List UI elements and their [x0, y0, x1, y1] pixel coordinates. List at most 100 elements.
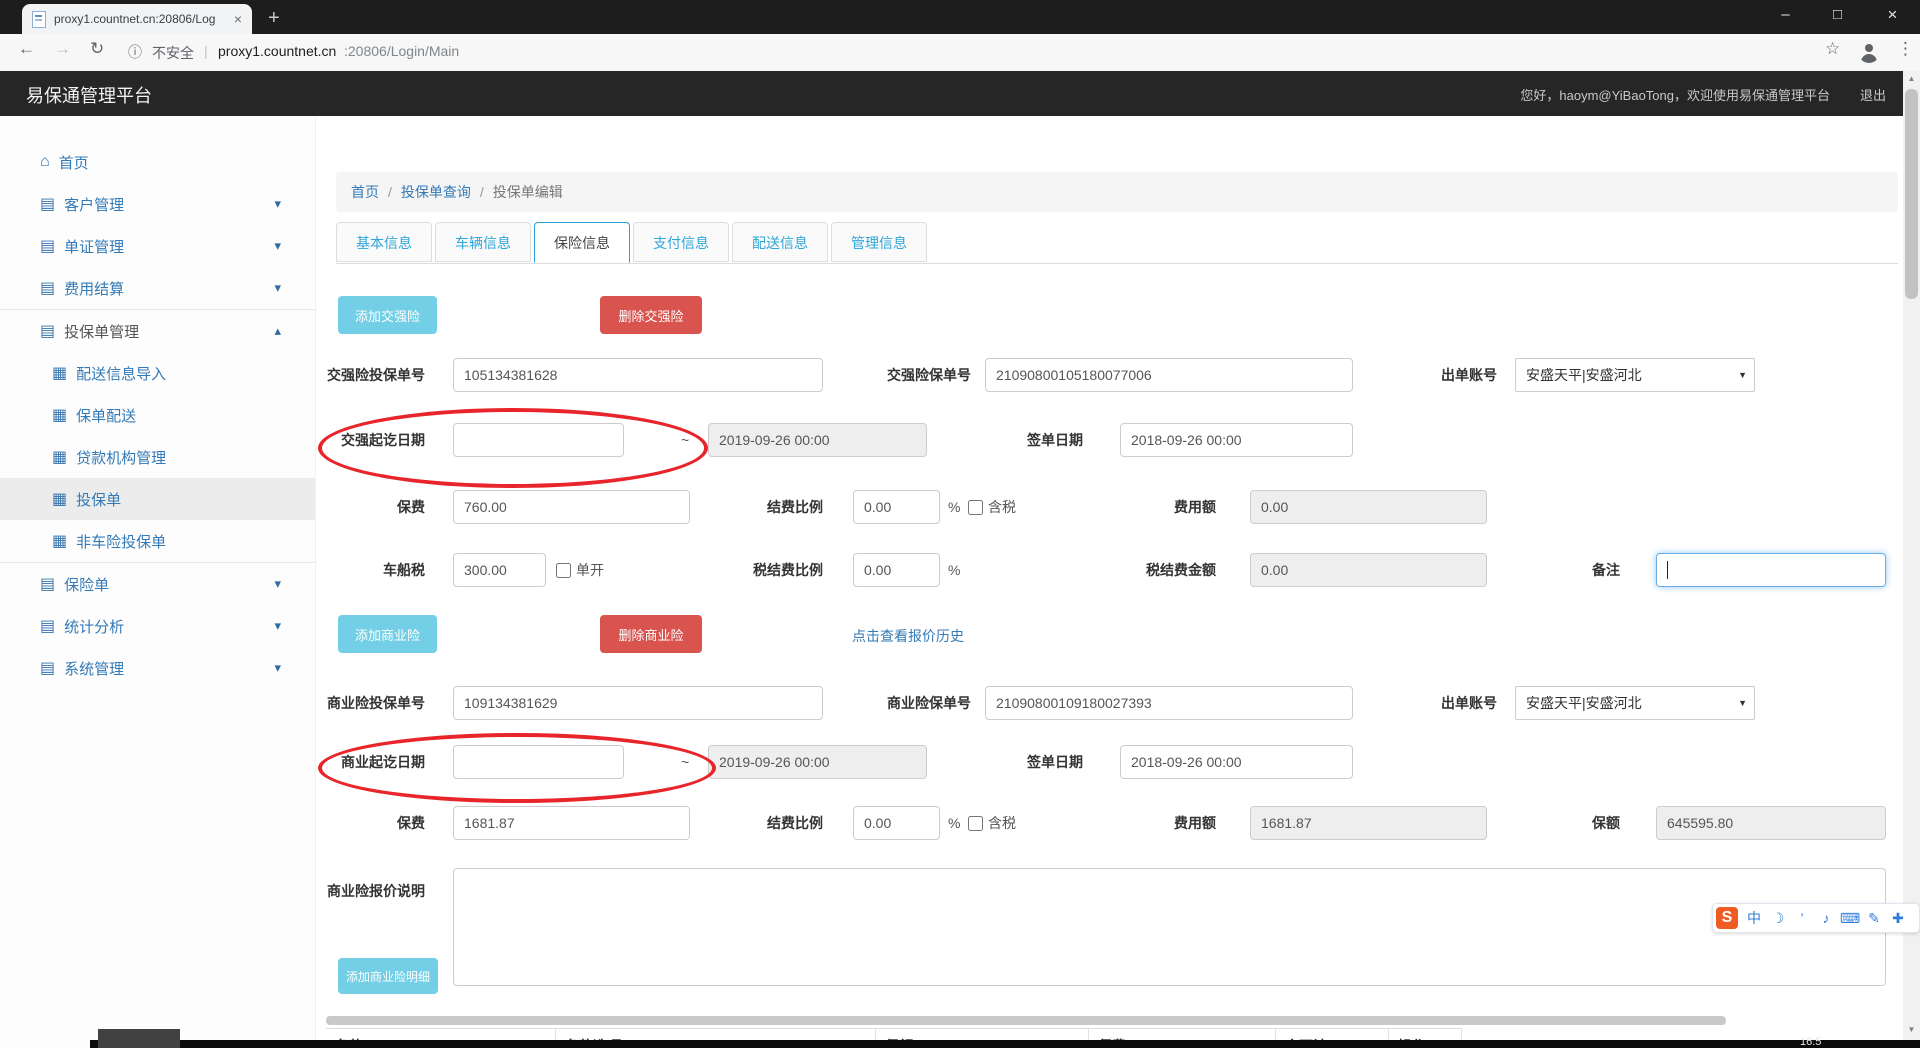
commercial-app-no-label: 商业险投保单号	[327, 695, 425, 711]
punctuation-icon[interactable]: ’	[1790, 910, 1814, 926]
breadcrumb-current: 投保单编辑	[492, 184, 563, 200]
scrollbar-thumb[interactable]	[1905, 89, 1918, 299]
window-minimize-button[interactable]: –	[1763, 0, 1808, 32]
tab-delivery-info[interactable]: 配送信息	[732, 222, 828, 262]
compulsory-tax-included-checkbox[interactable]	[968, 500, 983, 515]
date-tilde: ~	[681, 754, 690, 770]
tab-vehicle-info[interactable]: 车辆信息	[435, 222, 531, 262]
compulsory-sign-date-input[interactable]	[1120, 423, 1353, 457]
scroll-down-icon[interactable]: ▼	[1903, 1022, 1920, 1038]
breadcrumb-query-link[interactable]: 投保单查询	[401, 182, 471, 202]
list-icon: ▤	[40, 323, 56, 340]
compulsory-tax-ratio-input[interactable]	[853, 553, 940, 587]
chevron-down-icon: ▾	[274, 660, 281, 675]
taskbar-app-block	[98, 1029, 180, 1048]
tab-insurance-info[interactable]: 保险信息	[534, 222, 630, 263]
commercial-policy-no-input[interactable]	[985, 686, 1353, 720]
commercial-policy-no-label: 商业险保单号	[887, 695, 971, 711]
chinese-mode-icon[interactable]: 中	[1742, 908, 1766, 928]
quote-history-link[interactable]: 点击查看报价历史	[852, 626, 964, 646]
chevron-down-icon: ▾	[274, 238, 281, 253]
bookmark-star-icon[interactable]: ☆	[1825, 39, 1840, 59]
commercial-app-no-input[interactable]	[453, 686, 823, 720]
home-icon: ⌂	[40, 153, 50, 170]
compulsory-vehicle-tax-input[interactable]	[453, 553, 546, 587]
compulsory-premium-input[interactable]	[453, 490, 690, 524]
browser-tab-strip: proxy1.countnet.cn:20806/Log × + – □ ×	[0, 0, 1920, 34]
half-full-width-icon[interactable]: ☽	[1766, 910, 1790, 927]
sidebar-item-non-auto-application[interactable]: ▦ 非车险投保单	[0, 520, 315, 563]
commercial-end-date-input	[708, 745, 927, 779]
taskbar-strip	[90, 1040, 1920, 1048]
compulsory-policy-no-input[interactable]	[985, 358, 1353, 392]
chevron-down-icon: ▾	[274, 576, 281, 591]
compulsory-account-select[interactable]: 安盛天平|安盛河北 ▼	[1515, 358, 1755, 392]
commercial-quote-note-textarea[interactable]	[453, 868, 1886, 986]
list-icon: ▤	[40, 660, 56, 677]
commercial-premium-input[interactable]	[453, 806, 690, 840]
reload-icon[interactable]: ↻	[90, 39, 104, 59]
soft-keyboard-icon[interactable]: ⌨	[1838, 910, 1862, 927]
sidebar-item-document-mgmt[interactable]: ▤ 单证管理 ▾	[0, 225, 315, 267]
commercial-amount-label: 保额	[1592, 815, 1620, 831]
toolbox-icon[interactable]: ✚	[1886, 910, 1910, 927]
sidebar-item-policy-delivery[interactable]: ▦ 保单配送	[0, 394, 315, 436]
sidebar-item-customer-mgmt[interactable]: ▤ 客户管理 ▾	[0, 183, 315, 225]
voice-input-icon[interactable]: ♪	[1814, 910, 1838, 926]
handwriting-icon[interactable]: ✎	[1862, 910, 1886, 927]
delete-commercial-button[interactable]: 删除商业险	[600, 615, 702, 653]
new-tab-button[interactable]: +	[268, 6, 280, 30]
browser-menu-icon[interactable]: ⋮	[1897, 39, 1914, 59]
page-info-icon[interactable]: ⓘ	[128, 42, 142, 62]
add-commercial-button[interactable]: 添加商业险	[338, 615, 437, 653]
window-close-button[interactable]: ×	[1870, 0, 1915, 32]
scroll-up-icon[interactable]: ▲	[1903, 71, 1920, 87]
compulsory-remark-input[interactable]	[1656, 553, 1886, 587]
sidebar-item-application-mgmt[interactable]: ▤ 投保单管理 ▴	[0, 309, 315, 352]
add-compulsory-button[interactable]: 添加交强险	[338, 296, 437, 334]
sidebar-item-application[interactable]: ▦ 投保单	[0, 478, 315, 520]
sidebar-item-policy[interactable]: ▤ 保险单 ▾	[0, 563, 315, 605]
horizontal-scrollbar[interactable]	[326, 1016, 1726, 1025]
sidebar-item-system-mgmt[interactable]: ▤ 系统管理 ▾	[0, 647, 315, 689]
tab-payment-info[interactable]: 支付信息	[633, 222, 729, 262]
forward-icon[interactable]: →	[54, 39, 71, 59]
compulsory-ratio-input[interactable]	[853, 490, 940, 524]
commercial-sign-date-label: 签单日期	[1027, 754, 1083, 770]
sidebar-item-loan-agency-mgmt[interactable]: ▦ 贷款机构管理	[0, 436, 315, 478]
compulsory-separate-checkbox[interactable]	[556, 563, 571, 578]
compulsory-app-no-input[interactable]	[453, 358, 823, 392]
vertical-scrollbar[interactable]: ▲ ▼	[1903, 71, 1920, 1048]
ime-toolbar: S 中 ☽ ’ ♪ ⌨ ✎ ✚	[1712, 903, 1920, 933]
app-header: 易保通管理平台 您好，haoym@YiBaoTong，欢迎使用易保通管理平台 退…	[0, 71, 1920, 116]
browser-profile-icon[interactable]	[1858, 41, 1880, 63]
breadcrumb-home-link[interactable]: 首页	[351, 182, 379, 202]
add-commercial-detail-button[interactable]: 添加商业险明细	[338, 958, 438, 994]
taskbar-clock: 16:5	[1800, 1036, 1822, 1048]
commercial-fee-input	[1250, 806, 1487, 840]
commercial-account-select[interactable]: 安盛天平|安盛河北 ▼	[1515, 686, 1755, 720]
compulsory-start-date-input[interactable]	[453, 423, 624, 457]
sidebar-item-fee-settlement[interactable]: ▤ 费用结算 ▾	[0, 267, 315, 309]
url-host[interactable]: proxy1.countnet.cn	[218, 43, 336, 59]
sogou-logo-icon[interactable]: S	[1716, 907, 1738, 929]
tab-basic-info[interactable]: 基本信息	[336, 222, 432, 262]
compulsory-separate-label: 单开	[576, 562, 604, 578]
tab-management-info[interactable]: 管理信息	[831, 222, 927, 262]
commercial-ratio-input[interactable]	[853, 806, 940, 840]
commercial-sign-date-input[interactable]	[1120, 745, 1353, 779]
form-tabs: 基本信息 车辆信息 保险信息 支付信息 配送信息 管理信息	[336, 222, 1898, 264]
back-icon[interactable]: ←	[18, 39, 35, 59]
commercial-fee-label: 费用额	[1174, 815, 1216, 831]
sidebar-item-home[interactable]: ⌂ 首页	[0, 141, 315, 183]
delete-compulsory-button[interactable]: 删除交强险	[600, 296, 702, 334]
commercial-start-date-input[interactable]	[453, 745, 624, 779]
commercial-date-range-label: 商业起讫日期	[341, 754, 425, 770]
window-maximize-button[interactable]: □	[1815, 0, 1860, 32]
url-path[interactable]: :20806/Login/Main	[344, 43, 459, 59]
browser-tab[interactable]: proxy1.countnet.cn:20806/Log ×	[22, 4, 252, 34]
commercial-tax-included-checkbox[interactable]	[968, 816, 983, 831]
sidebar-item-statistics[interactable]: ▤ 统计分析 ▾	[0, 605, 315, 647]
close-tab-icon[interactable]: ×	[234, 11, 242, 27]
logout-link[interactable]: 退出	[1860, 85, 1886, 104]
